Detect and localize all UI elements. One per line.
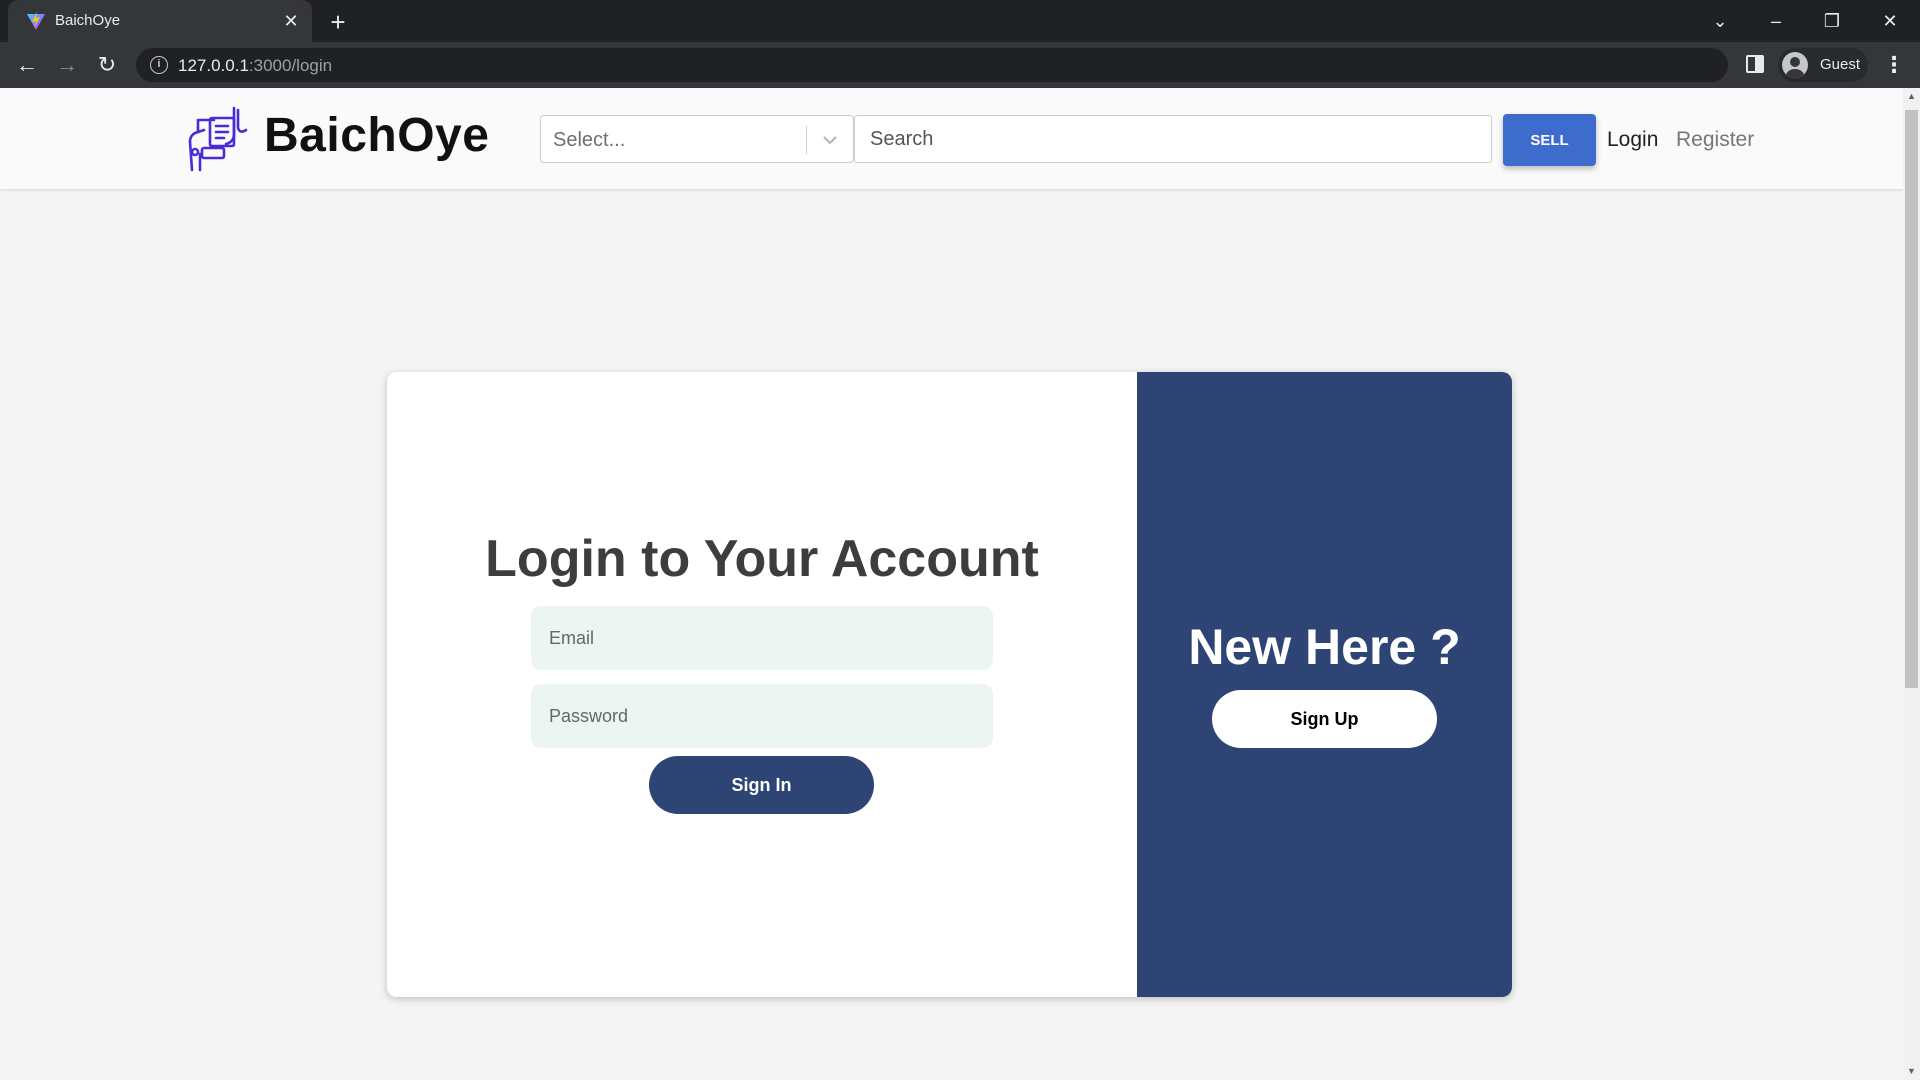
logo-hand-money-icon[interactable] (186, 104, 252, 172)
tab-title: BaichOye (55, 12, 121, 29)
chevron-down-icon[interactable] (817, 130, 843, 150)
address-bar[interactable]: i 127.0.0.1:3000/login (136, 48, 1728, 82)
page-scrollbar[interactable]: ▲ ▼ (1903, 88, 1920, 1080)
password-field[interactable] (531, 684, 993, 748)
restore-icon[interactable]: ❐ (1812, 6, 1852, 36)
search-input[interactable] (854, 115, 1492, 163)
sign-up-button[interactable]: Sign Up (1212, 690, 1437, 748)
nav-register-link[interactable]: Register (1676, 128, 1754, 152)
signup-panel: New Here ? Sign Up (1137, 372, 1512, 997)
login-title: Login to Your Account (485, 530, 1039, 588)
side-panel-icon[interactable] (1746, 55, 1764, 73)
profile-avatar-icon (1782, 52, 1808, 78)
tab-close-icon[interactable]: ✕ (280, 10, 302, 32)
scroll-thumb[interactable] (1905, 110, 1918, 688)
email-field[interactable] (531, 606, 993, 670)
minimize-icon[interactable]: – (1756, 6, 1796, 36)
url-text[interactable]: 127.0.0.1:3000/login (178, 56, 332, 76)
vite-favicon-icon (27, 12, 45, 30)
sell-button[interactable]: SELL (1503, 114, 1596, 166)
url-host: 127.0.0.1 (178, 56, 249, 75)
back-arrow-icon[interactable]: ← (12, 50, 42, 80)
category-select[interactable]: Select... (540, 115, 854, 163)
site-info-icon[interactable]: i (150, 56, 168, 74)
category-select-value: Select... (553, 129, 626, 151)
browser-toolbar: ← → ↻ i 127.0.0.1:3000/login Guest ⋮ (0, 42, 1920, 88)
url-path: :3000/login (248, 56, 333, 75)
select-separator (806, 126, 807, 154)
auth-card: Login to Your Account Sign In New Here ?… (387, 372, 1512, 997)
tab-search-chevron-icon[interactable]: ⌄ (1700, 6, 1740, 36)
page-viewport: BaichOye Select... SELL Login Register L… (0, 88, 1920, 1080)
profile-button[interactable]: Guest (1778, 48, 1868, 82)
scroll-down-icon[interactable]: ▼ (1907, 1067, 1916, 1076)
scroll-up-icon[interactable]: ▲ (1907, 92, 1916, 101)
more-menu-icon[interactable]: ⋮ (1882, 50, 1906, 80)
close-window-icon[interactable]: ✕ (1870, 6, 1910, 36)
site-header: BaichOye Select... SELL Login Register (0, 88, 1903, 189)
browser-tab-strip: BaichOye ✕ + ⌄ – ❐ ✕ (0, 0, 1920, 42)
nav-login-link[interactable]: Login (1607, 128, 1658, 152)
browser-tab[interactable]: BaichOye ✕ (8, 0, 312, 42)
logo-text[interactable]: BaichOye (264, 108, 489, 163)
new-tab-icon[interactable]: + (324, 8, 352, 36)
forward-arrow-icon[interactable]: → (52, 50, 82, 80)
profile-name: Guest (1820, 56, 1861, 73)
reload-icon[interactable]: ↻ (92, 50, 122, 80)
new-here-title: New Here ? (1188, 619, 1461, 675)
login-panel: Login to Your Account Sign In (387, 372, 1137, 997)
sign-in-button[interactable]: Sign In (649, 756, 874, 814)
